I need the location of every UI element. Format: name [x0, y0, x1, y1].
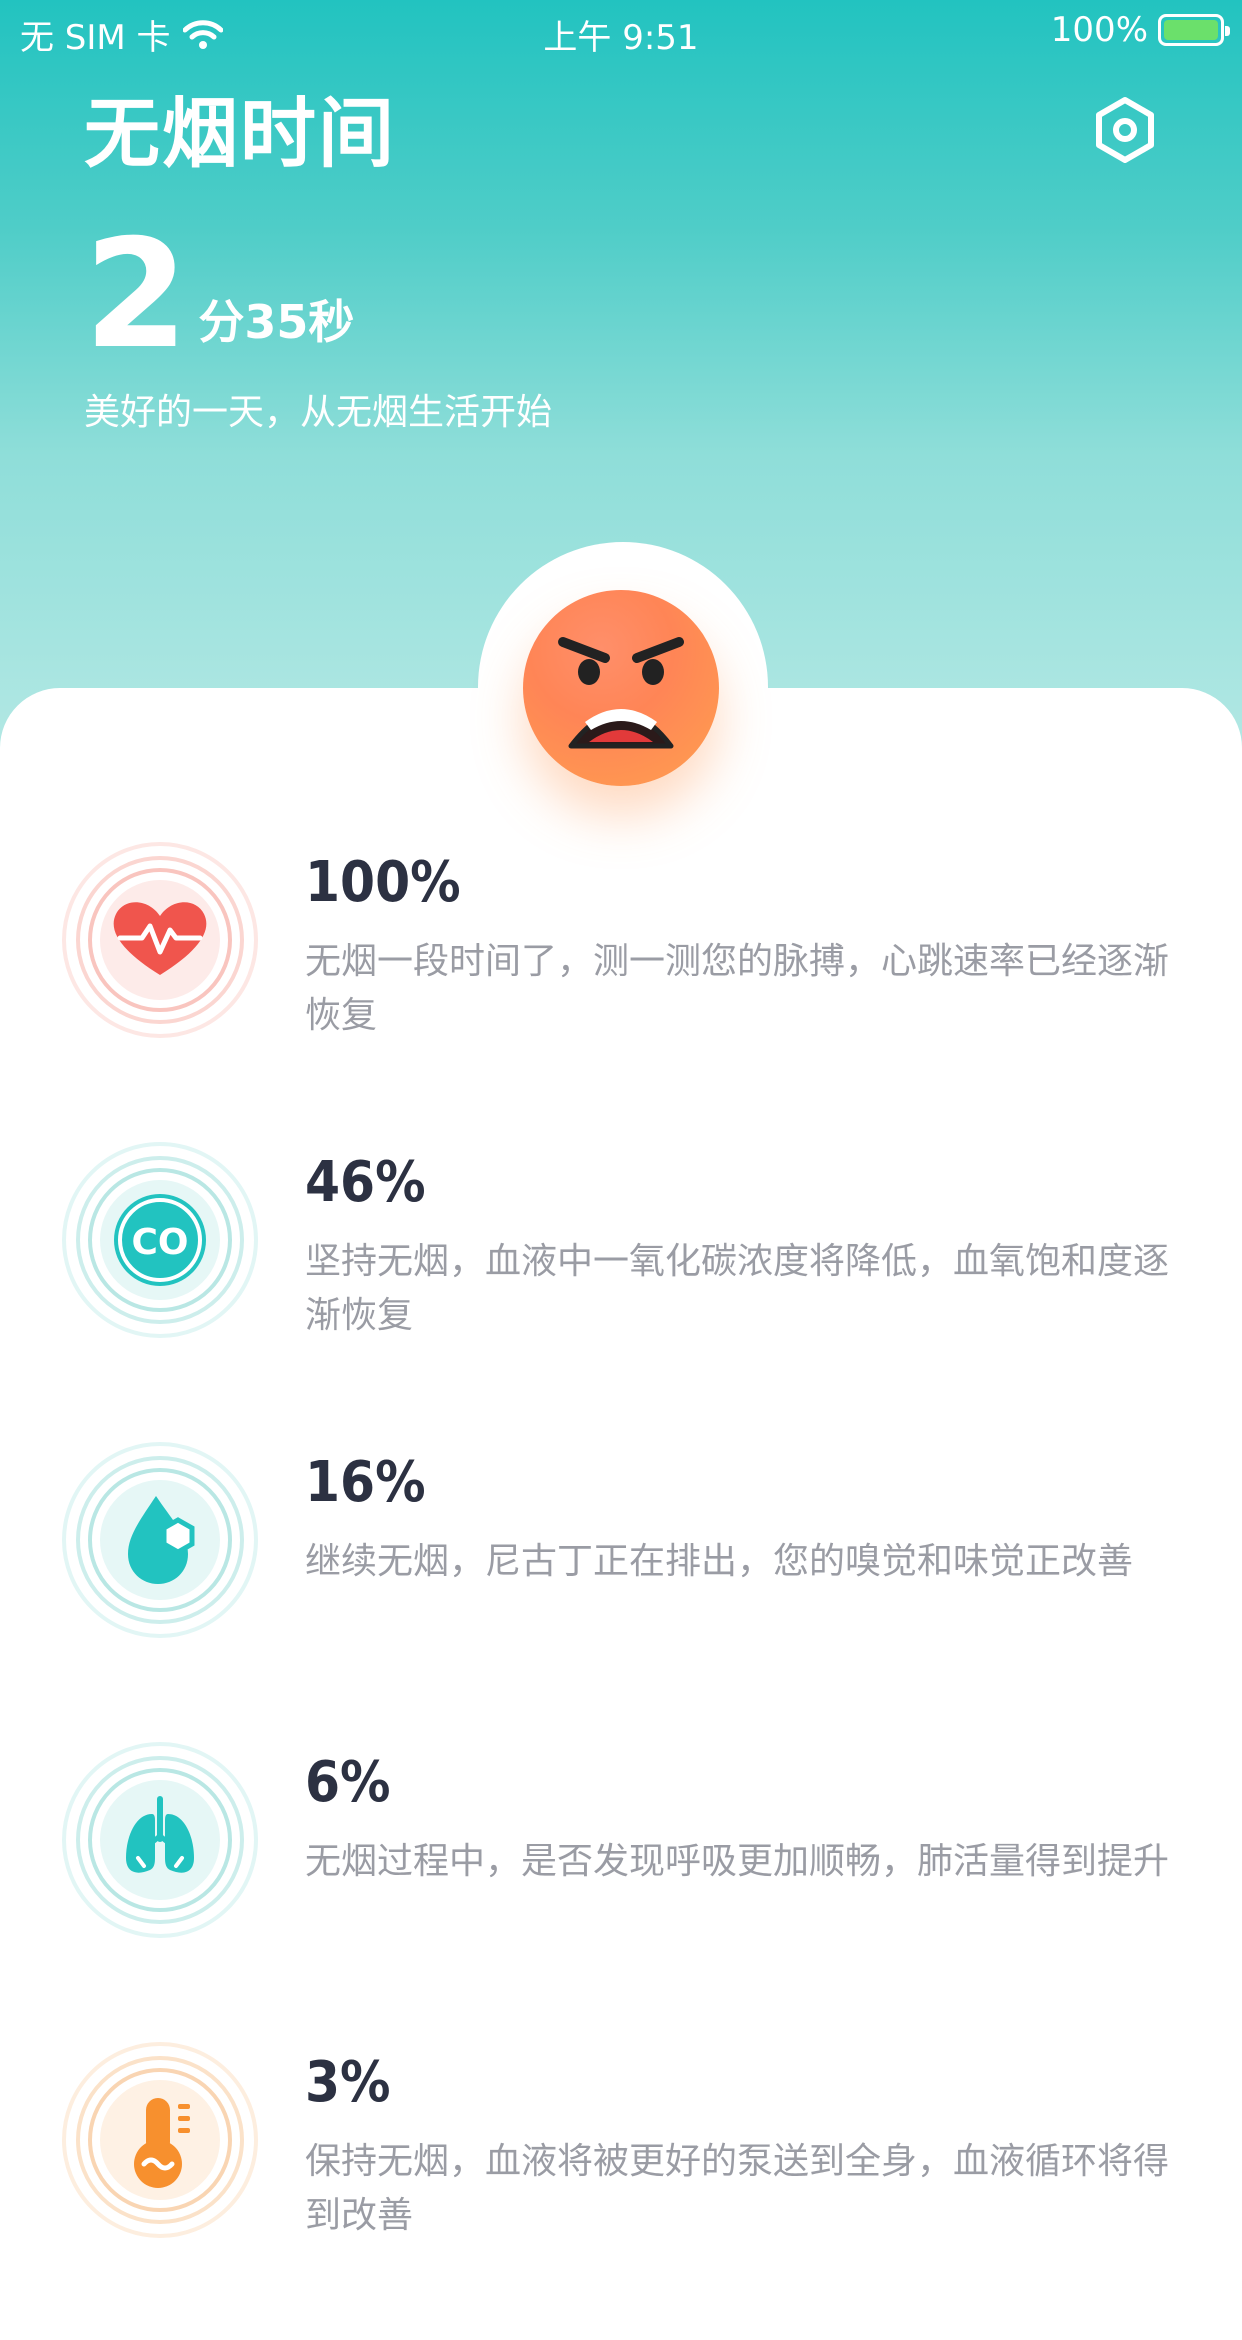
battery-status: 100%	[1050, 10, 1230, 50]
angry-face-icon[interactable]	[523, 590, 719, 786]
health-item-lungs: 6% 无烟过程中，是否发现呼吸更加顺畅，肺活量得到提升	[0, 1740, 1242, 2040]
health-item-heart: 100% 无烟一段时间了，测一测您的脉搏，心跳速率已经逐渐恢复	[0, 840, 1242, 1140]
battery-percent: 100%	[1050, 10, 1148, 50]
heart-pulse-icon	[60, 840, 260, 1040]
item-description: 无烟一段时间了，测一测您的脉搏，心跳速率已经逐渐恢复	[305, 941, 1170, 1036]
item-percent: 16%	[305, 1450, 426, 1515]
health-item-co: CO 46% 坚持无烟，血液中一氧化碳浓度将降低，血氧饱和度逐渐恢复	[0, 1140, 1242, 1440]
item-percent: 6%	[305, 1750, 391, 1815]
health-item-circulation: 3% 保持无烟，血液将被更好的泵送到全身，血液循环将得到改善	[0, 2040, 1242, 2340]
item-description: 无烟过程中，是否发现呼吸更加顺畅，肺活量得到提升	[305, 1841, 1170, 1882]
item-description: 坚持无烟，血液中一氧化碳浓度将降低，血氧饱和度逐渐恢复	[305, 1241, 1170, 1336]
nicotine-drop-icon	[60, 1440, 260, 1640]
item-percent: 3%	[305, 2050, 391, 2115]
timer-detail: 分35秒	[198, 295, 355, 349]
battery-icon	[1158, 14, 1230, 46]
page-title: 无烟时间	[84, 89, 396, 178]
slogan-text: 美好的一天，从无烟生活开始	[84, 392, 553, 433]
co-icon-text: CO	[131, 1222, 188, 1263]
item-percent: 46%	[305, 1150, 426, 1215]
settings-button[interactable]	[1090, 95, 1160, 165]
item-percent: 100%	[305, 850, 461, 915]
item-description: 保持无烟，血液将被更好的泵送到全身，血液循环将得到改善	[305, 2141, 1170, 2236]
item-description: 继续无烟，尼古丁正在排出，您的嗅觉和味觉正改善	[305, 1541, 1134, 1582]
status-bar: 无 SIM 卡 上午 9:51 100%	[0, 0, 1242, 62]
settings-icon	[1096, 97, 1154, 163]
thermometer-icon	[60, 2040, 260, 2240]
lungs-icon	[60, 1740, 260, 1940]
timer-minutes-big: 2	[84, 208, 189, 382]
co-icon: CO	[60, 1140, 260, 1340]
smoke-free-timer: 2 分35秒	[84, 220, 354, 370]
health-item-nicotine: 16% 继续无烟，尼古丁正在排出，您的嗅觉和味觉正改善	[0, 1440, 1242, 1740]
